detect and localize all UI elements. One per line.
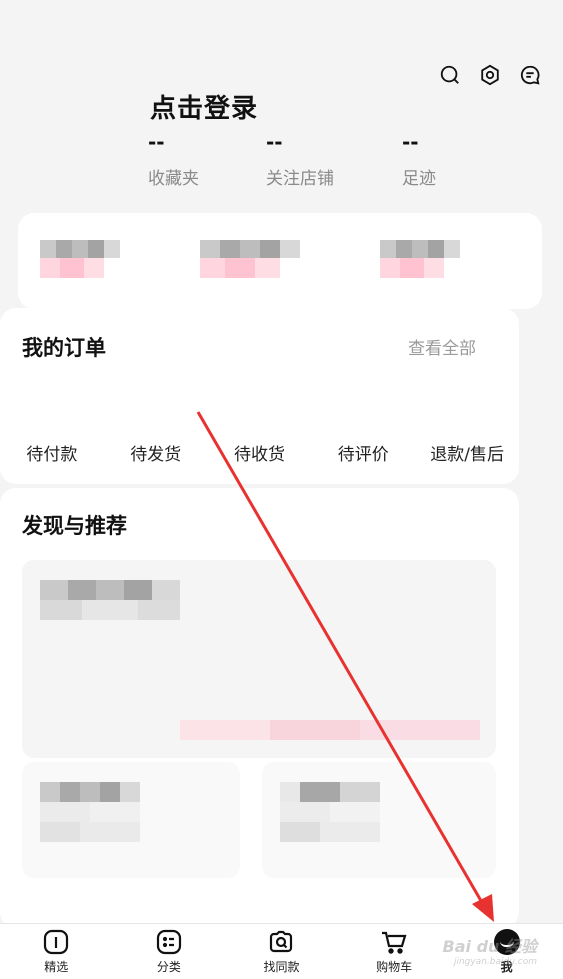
stat-label: 足迹 bbox=[402, 169, 436, 189]
nav-item-category[interactable]: 分类 bbox=[113, 924, 226, 979]
blurred-content bbox=[380, 240, 460, 278]
stat-footprint[interactable]: -- 足迹 bbox=[402, 132, 520, 189]
stat-value: -- bbox=[148, 130, 165, 154]
discover-title: 发现与推荐 bbox=[22, 514, 127, 538]
watermark-text: Bai du 经验 bbox=[442, 937, 537, 956]
stat-label: 收藏夹 bbox=[148, 169, 199, 189]
stat-label: 关注店铺 bbox=[266, 169, 334, 189]
watermark: Bai du 经验 jingyan.baidu.com bbox=[443, 933, 537, 967]
message-icon[interactable] bbox=[519, 64, 541, 86]
promo-card[interactable] bbox=[18, 213, 542, 309]
cart-icon bbox=[382, 931, 407, 954]
blurred-content bbox=[280, 782, 380, 842]
nav-label: 找同款 bbox=[263, 960, 300, 974]
stat-value: -- bbox=[266, 130, 283, 154]
nav-label: 购物车 bbox=[376, 960, 413, 974]
view-all-orders-link[interactable]: 查看全部 bbox=[408, 334, 476, 359]
search-icon[interactable] bbox=[439, 64, 461, 86]
nav-item-featured[interactable]: 精选 bbox=[0, 924, 113, 979]
login-button[interactable]: 点击登录 bbox=[150, 88, 258, 125]
category-icon bbox=[156, 929, 181, 955]
orders-title: 我的订单 bbox=[22, 336, 106, 360]
header-actions bbox=[439, 64, 541, 86]
nav-item-cart[interactable]: 购物车 bbox=[338, 924, 451, 979]
stat-value: -- bbox=[402, 130, 419, 154]
blurred-content bbox=[200, 240, 300, 278]
blurred-content bbox=[40, 240, 120, 278]
blurred-content bbox=[40, 782, 140, 842]
camera-search-icon bbox=[270, 930, 293, 953]
stat-favorites[interactable]: -- 收藏夹 bbox=[148, 132, 266, 189]
settings-icon[interactable] bbox=[479, 64, 501, 86]
recommendation-panel[interactable] bbox=[22, 560, 496, 758]
nav-item-find-similar[interactable]: 找同款 bbox=[225, 924, 338, 979]
featured-icon bbox=[44, 929, 69, 955]
recommendation-tile[interactable] bbox=[262, 762, 496, 878]
order-tab-pending-review[interactable]: 待评价 bbox=[311, 440, 415, 465]
recommendation-tile[interactable] bbox=[22, 762, 240, 878]
order-status-tabs: 待付款 待发货 待收货 待评价 退款/售后 bbox=[0, 440, 519, 465]
order-tab-pending-shipment[interactable]: 待发货 bbox=[104, 440, 208, 465]
stat-followed-shops[interactable]: -- 关注店铺 bbox=[266, 132, 384, 189]
order-tab-pending-receipt[interactable]: 待收货 bbox=[208, 440, 312, 465]
blurred-content bbox=[180, 720, 480, 740]
blurred-content bbox=[40, 580, 180, 620]
nav-label: 精选 bbox=[44, 960, 69, 974]
order-tab-pending-payment[interactable]: 待付款 bbox=[0, 440, 104, 465]
nav-label: 分类 bbox=[156, 960, 181, 974]
user-stats: -- 收藏夹 -- 关注店铺 -- 足迹 bbox=[148, 132, 520, 189]
order-tab-refund[interactable]: 退款/售后 bbox=[415, 440, 519, 465]
watermark-sub: jingyan.baidu.com bbox=[453, 957, 537, 967]
